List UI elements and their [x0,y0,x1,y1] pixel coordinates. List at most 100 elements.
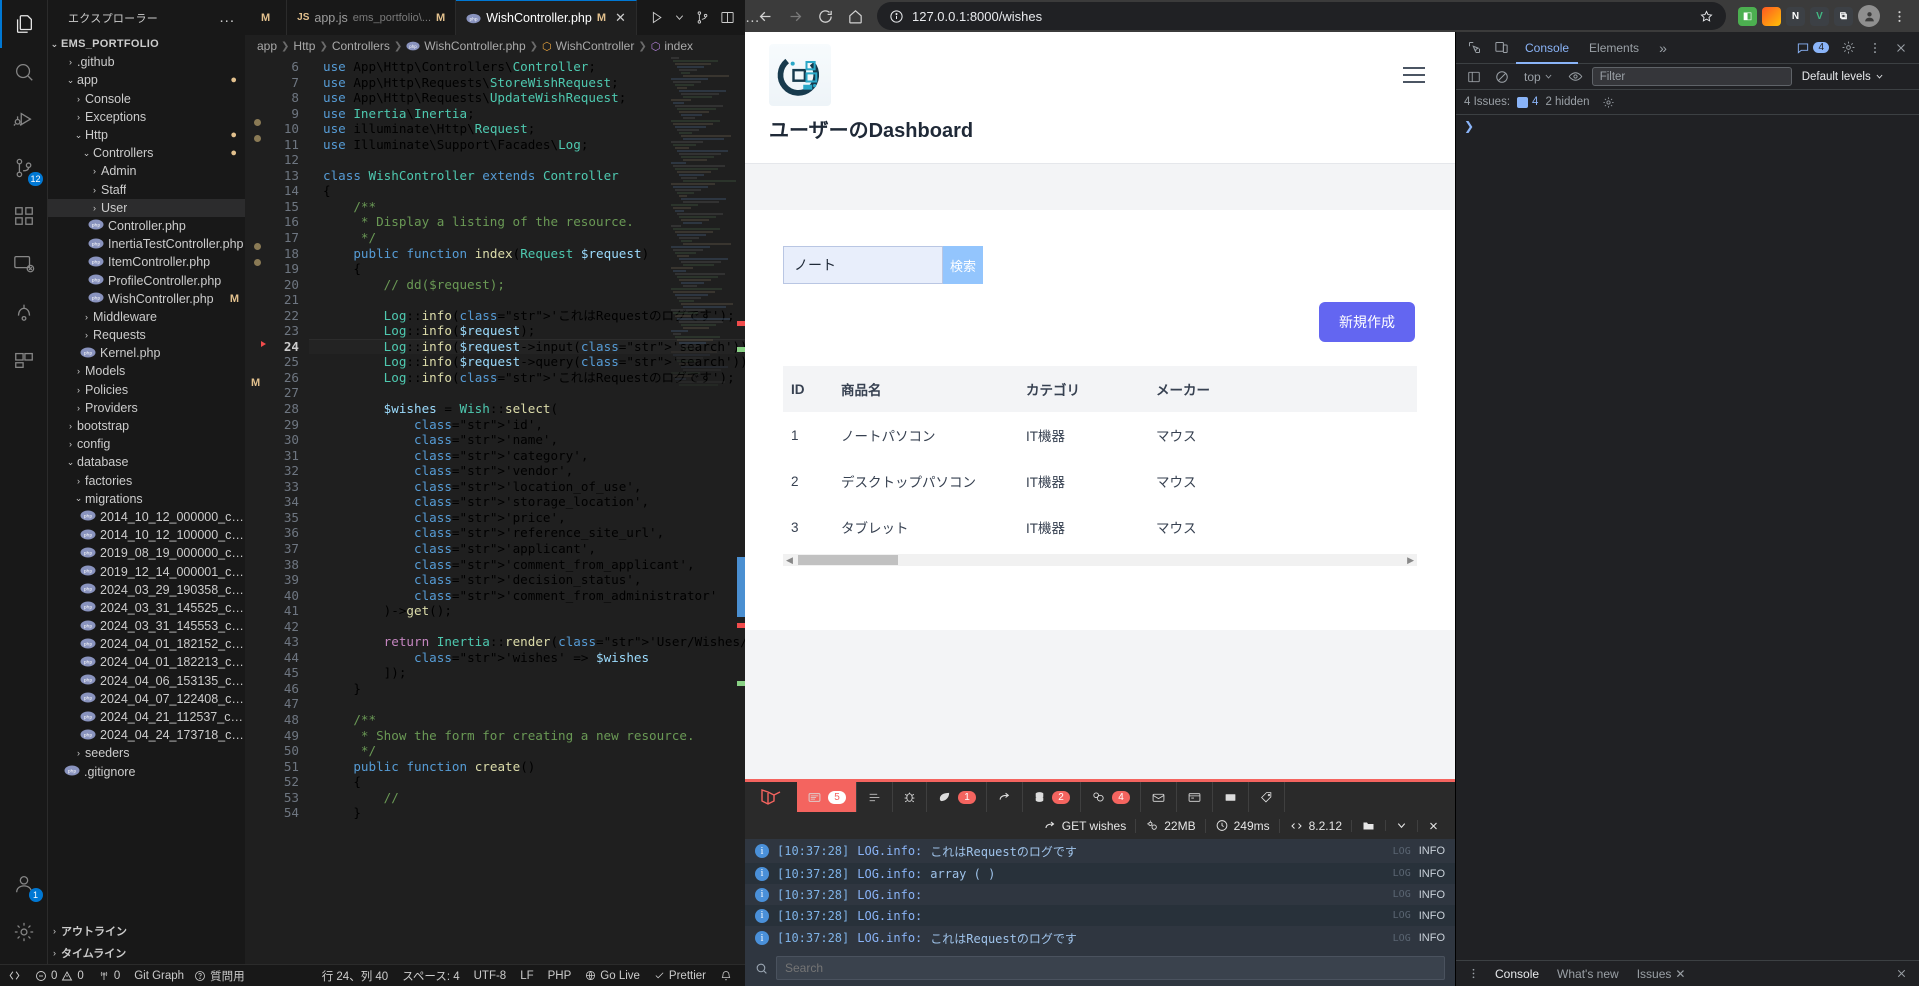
issues-count-chip[interactable]: 4 [1517,96,1538,108]
col-name[interactable]: 商品名 [833,366,1018,412]
debugbar-tab-timeline[interactable] [857,782,893,812]
tree-file[interactable]: phpProfileController.php [48,271,245,289]
tree-file[interactable]: php2024_04_01_182152_create_staff... [48,635,245,653]
colorful-extension-icon[interactable] [1762,7,1781,26]
breadcrumb-item[interactable]: WishController.php [424,39,525,53]
avatar-icon[interactable] [1855,2,1883,30]
prettier-status[interactable]: Prettier [647,965,713,986]
radio-tower-status[interactable]: 0 [91,965,127,986]
tree-file[interactable]: php2024_03_31_145525_create_staff... [48,599,245,617]
drawer-tab-whats-new[interactable]: What's new [1549,967,1627,981]
close-icon[interactable] [1889,41,1913,55]
tree-root[interactable]: ⌄ EMS_PORTFOLIO [48,35,245,53]
no-entry-clear-icon[interactable] [1490,70,1514,84]
debugbar-info-php-code[interactable]: 8.2.12 [1279,819,1351,833]
git-graph-status[interactable]: Git Graph [127,965,191,986]
puzzle-green-icon[interactable]: ◧ [1738,7,1757,26]
eol-status[interactable]: LF [513,965,540,986]
tree-file[interactable]: phpKernel.php [48,344,245,362]
device-toolbar-icon[interactable] [1489,40,1514,55]
console-levels-selector[interactable]: Default levels [1796,69,1890,85]
col-category[interactable]: カテゴリ [1018,366,1148,412]
debugbar-tab-tags[interactable] [1249,782,1285,812]
tree-folder[interactable]: ›Providers [48,399,245,417]
tab-console[interactable]: Console [1516,32,1578,64]
debugbar-tab-exceptions[interactable] [893,782,927,812]
indentation-status[interactable]: スペース: 4 [395,965,466,986]
split-editor-icon[interactable] [716,8,739,27]
tree-folder[interactable]: ⌄migrations [48,490,245,508]
breadcrumb-item[interactable]: Http [293,39,315,53]
tree-folder[interactable]: ›.github [48,53,245,71]
col-vendor[interactable]: メーカー [1148,366,1417,412]
table-row[interactable]: 3タブレットIT機器マウス [783,504,1417,550]
tree-file[interactable]: php2014_10_12_100000_create_pass... [48,526,245,544]
bookmark-star-icon[interactable] [1699,9,1714,24]
editor-scrollbar[interactable] [737,57,745,964]
console-sidebar-icon[interactable] [1462,70,1486,84]
debugbar-tab-request[interactable] [1213,782,1249,812]
inspect-element-icon[interactable] [1462,40,1487,55]
breadcrumb-item[interactable]: WishController [556,39,635,53]
debugbar-info-close[interactable] [1417,820,1449,832]
tree-file[interactable]: php2024_04_07_122408_create_item... [48,690,245,708]
tree-folder[interactable]: ⌄app● [48,71,245,89]
database-icon[interactable] [0,288,48,336]
breadcrumb-item[interactable]: app [257,39,277,53]
debugbar-tab-messages[interactable]: 5 [797,782,857,812]
tree-folder[interactable]: ›Middleware [48,308,245,326]
table-horizontal-scrollbar[interactable]: ◀ ▶ [783,554,1417,566]
encoding-status[interactable]: UTF-8 [467,965,514,986]
reload-icon[interactable] [811,2,839,30]
debugbar-tab-queries[interactable]: 2 [1023,782,1081,812]
debugbar-tab-views[interactable]: 1 [927,782,987,812]
scroll-left-arrow-icon[interactable]: ◀ [783,555,796,566]
kebab-menu-icon[interactable] [1863,41,1887,55]
scroll-thumb[interactable] [798,555,898,565]
docker-icon[interactable] [0,336,48,384]
debugbar-info-clock[interactable]: 249ms [1205,819,1279,833]
console-context-selector[interactable]: top [1518,68,1559,86]
code-editor[interactable]: M 67891011121314151617181920212223242526… [245,57,745,964]
app-logo[interactable] [769,44,831,106]
tree-folder[interactable]: ›seeders [48,744,245,762]
tab-elements[interactable]: Elements [1580,32,1648,64]
cursor-position-status[interactable]: 行 24、列 40 [315,965,395,986]
tree-file[interactable]: phpItemController.php [48,253,245,271]
tab-app-js[interactable]: JS app.js ems_portfolio\... M [287,0,456,35]
search-input[interactable]: ノート [783,246,943,284]
search-icon[interactable] [0,48,48,96]
tree-folder[interactable]: ›User [48,199,245,217]
problems-status[interactable]: 0 0 [28,965,91,986]
extensions-icon[interactable] [0,192,48,240]
tree-folder[interactable]: ⌄database [48,453,245,471]
outline-section[interactable]: › アウトライン [48,920,245,942]
tree-folder[interactable]: ›Models [48,362,245,380]
table-row[interactable]: 2デスクトップパソコンIT機器マウス [783,458,1417,504]
question-status[interactable]: 質問用 [187,965,252,986]
tree-file[interactable]: php2019_08_19_000000_create_faile... [48,544,245,562]
tree-file[interactable]: phpController.php [48,217,245,235]
more-icon[interactable]: … [741,7,765,28]
drawer-tab-issues[interactable]: Issues ✕ [1629,967,1694,981]
info-circle-icon[interactable] [889,9,904,24]
tree-folder[interactable]: ›Policies [48,381,245,399]
tree-folder[interactable]: ›factories [48,472,245,490]
minimap[interactable] [671,57,731,964]
explorer-more-icon[interactable]: ... [213,9,241,26]
address-bar[interactable]: 127.0.0.1:8000/wishes [877,2,1726,30]
laravel-logo-icon[interactable] [745,785,797,809]
debugbar-log-row[interactable]: i[10:37:28]LOG.info:LOGINFO [745,884,1455,905]
scroll-right-arrow-icon[interactable]: ▶ [1404,555,1417,566]
run-and-debug-icon[interactable] [0,96,48,144]
new-create-button[interactable]: 新規作成 [1319,302,1415,342]
tree-folder[interactable]: ›Exceptions [48,108,245,126]
tree-file[interactable]: php2024_04_24_173718_create_wish... [48,726,245,744]
tree-folder[interactable]: ›config [48,435,245,453]
run-icon[interactable] [645,8,668,27]
tree-folder[interactable]: ⌄Http● [48,126,245,144]
tree-folder[interactable]: ⌄Controllers● [48,144,245,162]
notion-icon[interactable]: N [1786,7,1805,26]
close-icon[interactable]: ✕ [1675,967,1685,981]
tree-file[interactable]: php2019_12_14_000001_create_pers... [48,562,245,580]
